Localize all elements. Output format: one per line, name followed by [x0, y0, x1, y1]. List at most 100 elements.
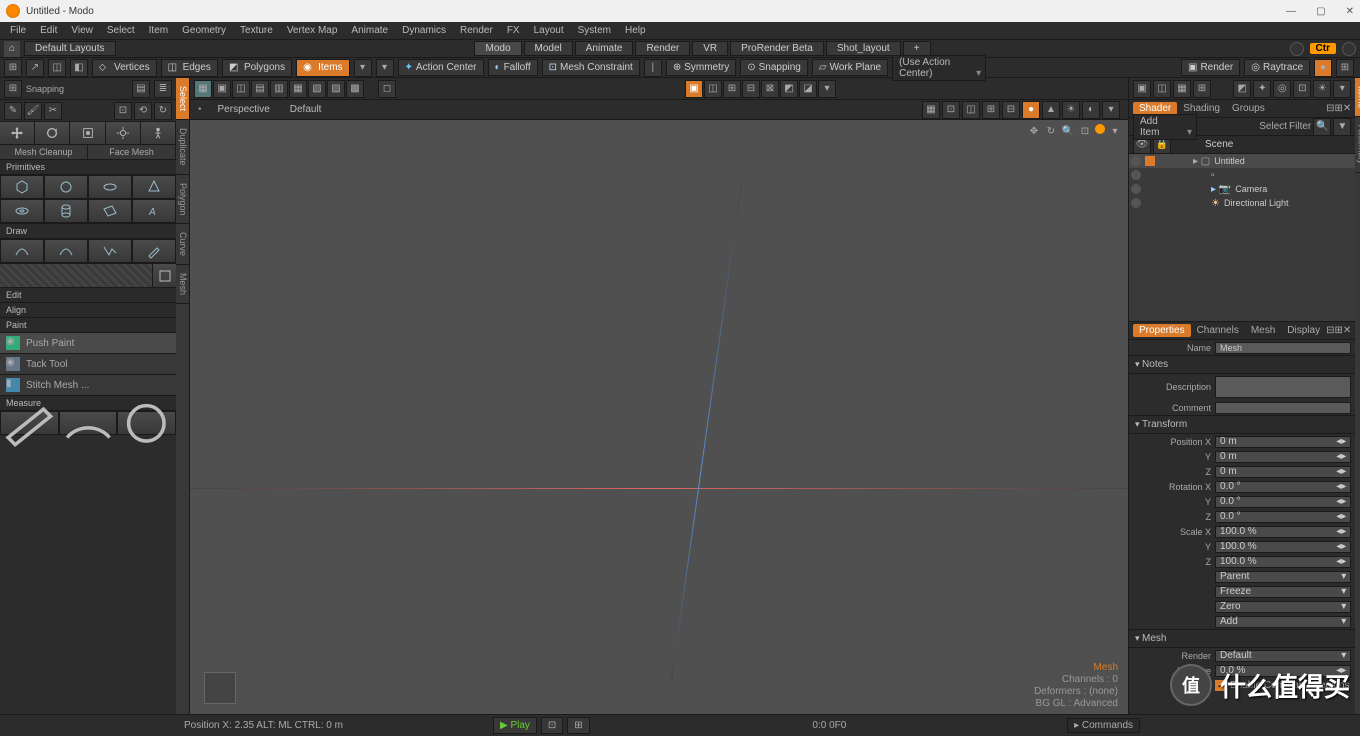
render-mode-field[interactable]: Default▾	[1215, 650, 1351, 662]
action-center-dropdown[interactable]: (Use Action Center)	[892, 55, 986, 81]
vtab-duplicate[interactable]: Duplicate	[176, 120, 189, 175]
tool-icon-4[interactable]: ⊡	[114, 102, 132, 120]
vtab-select[interactable]: Select	[176, 78, 189, 120]
tack-tool[interactable]: ◉Tack Tool	[0, 354, 176, 375]
rotation-z-field[interactable]: 0.0 °◂▸	[1215, 511, 1351, 523]
nav-rotate-icon[interactable]: ↻	[1044, 124, 1058, 138]
grid-view-icon[interactable]: ⊞	[1336, 59, 1354, 77]
vp-ico-2[interactable]: ▣	[213, 80, 231, 98]
cone-primitive[interactable]	[132, 175, 176, 199]
prop-min-icon[interactable]: ⊟	[1326, 325, 1334, 336]
close-button[interactable]: ✕	[1346, 6, 1354, 17]
comment-field[interactable]	[1215, 402, 1351, 414]
mesh-section[interactable]: ▾ Mesh	[1129, 629, 1355, 648]
r-ico-2[interactable]: ◫	[1153, 80, 1171, 98]
tab-properties[interactable]: Properties	[1133, 324, 1191, 337]
capsule-primitive[interactable]	[88, 175, 132, 199]
vp-opt-5[interactable]: ⊟	[1002, 101, 1020, 119]
tree-search-icon[interactable]: 🔍	[1313, 118, 1331, 136]
viewport-canvas[interactable]: ✥ ↻ 🔍 ⊡ ▾ Mesh Channels : 0 Deformers : …	[190, 120, 1128, 714]
panel-close-icon[interactable]: ✕	[1343, 103, 1351, 114]
symmetry-button[interactable]: ⊕Symmetry	[666, 59, 736, 76]
scale-tool[interactable]	[70, 122, 105, 144]
position-y-field[interactable]: 0 m◂▸	[1215, 451, 1351, 463]
vp-opt-2[interactable]: ⊡	[942, 101, 960, 119]
tool-icon-1[interactable]: ✎	[4, 102, 22, 120]
vp-center-3[interactable]: ⊞	[723, 80, 741, 98]
transform-section[interactable]: ▾ Transform	[1129, 415, 1355, 434]
menu-file[interactable]: File	[4, 24, 32, 37]
tab-groups[interactable]: Groups	[1226, 102, 1271, 115]
mode-icon-1[interactable]: ⊞	[4, 59, 22, 77]
transform-tool[interactable]	[106, 122, 141, 144]
minimize-button[interactable]: —	[1286, 6, 1296, 17]
tree-row-untitled[interactable]: ▸ ▢Untitled	[1129, 154, 1355, 168]
vp-ico-6[interactable]: ▦	[289, 80, 307, 98]
mode-dropdown-2[interactable]: ▾	[376, 59, 394, 77]
snap-settings-icon[interactable]: ▤	[132, 80, 150, 98]
prop-close-icon[interactable]: ✕	[1343, 325, 1351, 336]
tool-icon-5[interactable]: ⟲	[134, 102, 152, 120]
tool-icon-6[interactable]: ↻	[154, 102, 172, 120]
vp-opt-8[interactable]: ☀	[1062, 101, 1080, 119]
mode-edges[interactable]: ◫Edges	[161, 59, 218, 77]
mode-items[interactable]: ◉Items	[296, 59, 349, 77]
scale-x-field[interactable]: 100.0 %◂▸	[1215, 526, 1351, 538]
tool-icon-3[interactable]: ✂	[44, 102, 62, 120]
r-ico-5[interactable]: ◩	[1233, 80, 1251, 98]
vp-ico-7[interactable]: ▧	[308, 80, 326, 98]
measure-tool[interactable]	[117, 411, 176, 435]
vp-opt-6[interactable]: ●	[1022, 101, 1040, 119]
render-button[interactable]: ▣Render	[1181, 59, 1240, 76]
menu-geometry[interactable]: Geometry	[176, 24, 232, 37]
menu-vertexmap[interactable]: Vertex Map	[281, 24, 344, 37]
parent-field[interactable]: Parent▾	[1215, 571, 1351, 583]
vtab-items[interactable]: Items	[1355, 78, 1360, 117]
vp-ico-9[interactable]: ▩	[346, 80, 364, 98]
prop-max-icon[interactable]: ⊞	[1334, 325, 1342, 336]
ctr-badge[interactable]: Ctr	[1310, 43, 1336, 54]
move-tool[interactable]	[0, 122, 35, 144]
mesh-constraint-button[interactable]: ⊡Mesh Constraint	[542, 59, 640, 76]
tree-row-mesh[interactable]: ▫	[1129, 168, 1355, 182]
tool-icon-2[interactable]: 🖌	[24, 102, 42, 120]
cylinder-primitive[interactable]	[44, 199, 88, 223]
r-ico-9[interactable]: ☀	[1313, 80, 1331, 98]
vp-center-1[interactable]: ▣	[685, 80, 703, 98]
vp-opt-7[interactable]: ▲	[1042, 101, 1060, 119]
vp-ico-4[interactable]: ▤	[251, 80, 269, 98]
scale-y-field[interactable]: 100.0 %◂▸	[1215, 541, 1351, 553]
menu-animate[interactable]: Animate	[345, 24, 394, 37]
vp-ico-10[interactable]: ◻	[378, 80, 396, 98]
record-icon[interactable]: ●	[1314, 59, 1332, 77]
position-x-field[interactable]: 0 m◂▸	[1215, 436, 1351, 448]
menu-help[interactable]: Help	[619, 24, 652, 37]
texture-slot[interactable]	[0, 264, 152, 287]
figure-tool[interactable]	[141, 122, 176, 144]
zero-field[interactable]: Zero▾	[1215, 601, 1351, 613]
mode-polygons[interactable]: ◩Polygons	[222, 59, 292, 77]
rotation-x-field[interactable]: 0.0 °◂▸	[1215, 481, 1351, 493]
menu-layout[interactable]: Layout	[528, 24, 570, 37]
r-ico-7[interactable]: ◎	[1273, 80, 1291, 98]
notes-section[interactable]: ▾ Notes	[1129, 355, 1355, 374]
snapping-button[interactable]: ⊙Snapping	[740, 59, 808, 76]
panel-min-icon[interactable]: ⊟	[1326, 103, 1334, 114]
pen-tool[interactable]	[0, 239, 44, 263]
eye-icon[interactable]	[1131, 156, 1141, 166]
rotate-tool[interactable]	[35, 122, 70, 144]
r-ico-10[interactable]: ▾	[1333, 80, 1351, 98]
vp-center-7[interactable]: ◪	[799, 80, 817, 98]
maximize-button[interactable]: ▢	[1316, 6, 1325, 17]
cube-primitive[interactable]	[0, 175, 44, 199]
mode-dropdown-1[interactable]: ▾	[354, 59, 372, 77]
nav-move-icon[interactable]: ✥	[1027, 124, 1041, 138]
vtab-assembly[interactable]: Assembly	[1355, 117, 1360, 173]
eye-icon[interactable]	[1131, 170, 1141, 180]
freeze-field[interactable]: Freeze▾	[1215, 586, 1351, 598]
tree-row-light[interactable]: ☀Directional Light	[1129, 196, 1355, 210]
vtab-mesh[interactable]: Mesh	[176, 265, 189, 304]
menu-texture[interactable]: Texture	[234, 24, 279, 37]
mode-icon-4[interactable]: ◧	[70, 59, 88, 77]
menu-fx[interactable]: FX	[501, 24, 526, 37]
